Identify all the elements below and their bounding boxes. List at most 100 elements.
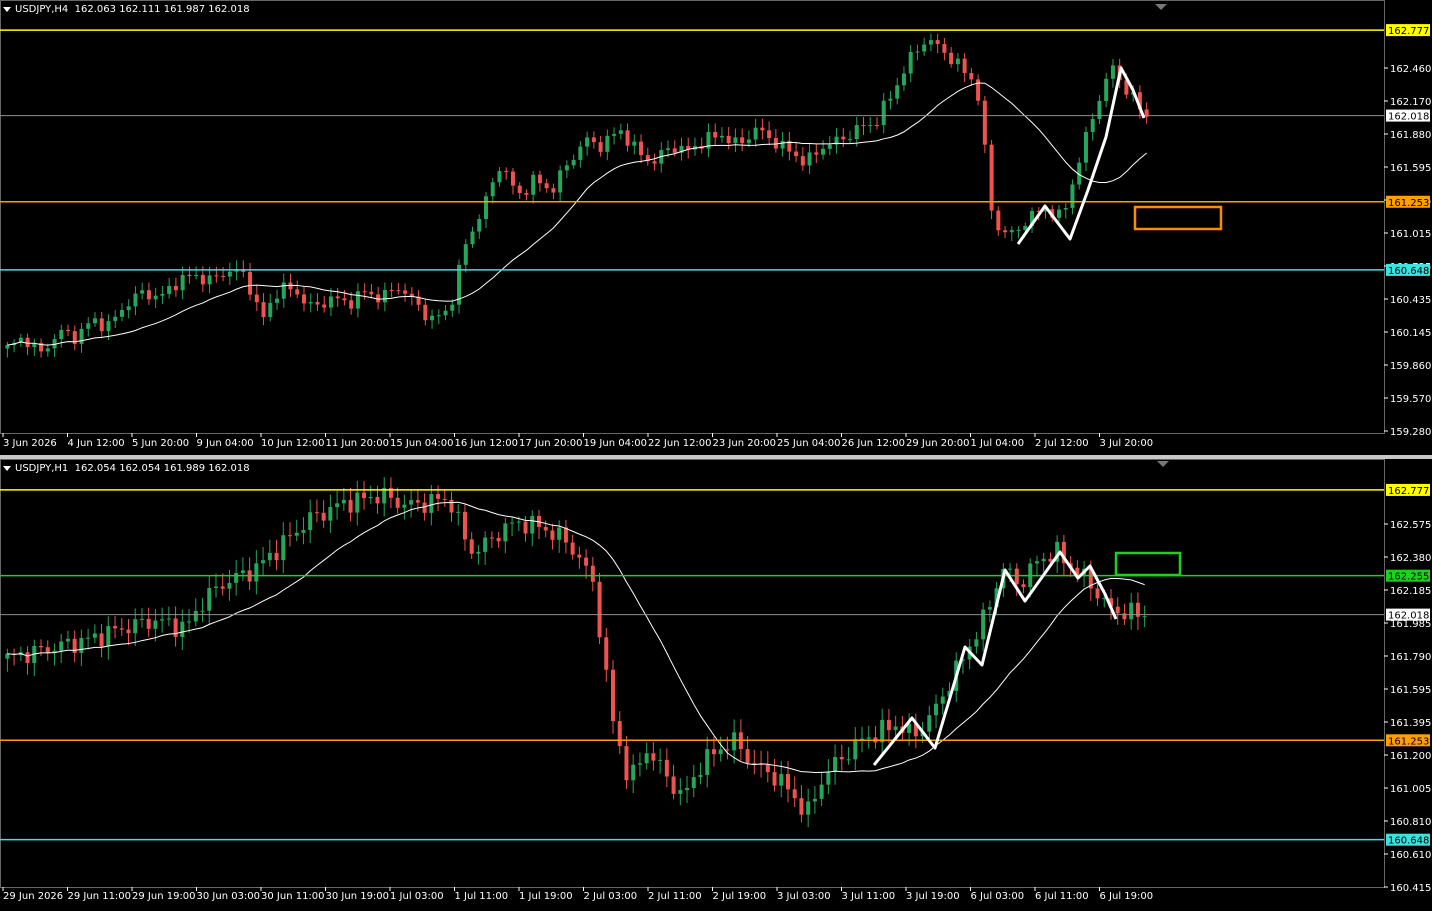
h1-candle-body [934,703,939,716]
chart-shift-marker-icon[interactable] [1155,4,1167,10]
h4-candle-body [45,348,50,352]
h4-candle-body [713,132,718,138]
h1-candle-body [617,721,622,747]
h4-y-tick-label: 162.460 [1390,64,1431,75]
h4-symbol: USDJPY,H4 [15,4,69,15]
h1-candle-body [59,641,64,651]
h1-candle-body [1115,606,1120,614]
h1-x-tick-label: 29 Jun 2026 [3,891,63,902]
h1-candle-body [99,633,104,647]
h1-candle-body [1008,568,1013,570]
h1-candle-body [5,653,10,659]
h1-candle-body [462,511,467,540]
h1-candle-body [725,749,730,751]
h1-candle-body [240,570,245,574]
h4-candle-body [443,310,448,316]
h4-candle-body [895,85,900,99]
h4-candle-body [874,125,879,127]
h4-candle-body [504,171,509,173]
h4-candle-body [672,148,677,153]
h1-level-price-label: 160.648 [1388,836,1429,847]
h1-candle-body [362,492,367,499]
chart-panel-h4[interactable]: 162.460162.170161.880161.595161.305161.0… [0,0,1432,455]
chart-shift-marker-icon[interactable] [1157,461,1169,467]
h4-level-price-label: 161.253 [1388,198,1429,209]
h4-x-tick-label: 9 Jun 04:00 [197,438,254,449]
h1-candle-body [550,530,555,540]
h1-candle-body [718,749,723,755]
h4-candle-body [342,298,347,301]
dropdown-triangle-icon[interactable] [3,6,11,12]
dropdown-triangle-icon[interactable] [3,465,11,471]
h4-candle-body [497,171,502,183]
h4-candle-body [1104,78,1109,101]
h1-candle-body [234,573,239,583]
h1-candle-body [658,759,663,761]
h4-plot-frame [0,0,1385,434]
h4-level-price-label: 162.018 [1388,112,1429,123]
h4-x-tick-label: 29 Jun 20:00 [906,438,970,449]
h4-candle-body [369,291,374,295]
h1-candle-body [785,773,790,790]
h4-candle-body [969,73,974,80]
h4-candle-body [996,210,1001,231]
h4-candle-body [389,289,394,291]
h4-candle-body [301,294,306,304]
h1-candle-body [348,499,353,513]
h1-candle-body [880,719,885,743]
h4-x-tick-label: 25 Jun 04:00 [777,438,841,449]
h4-candle-body [315,301,320,305]
h4-candle-body [1090,118,1095,133]
h1-candle-body [698,774,703,778]
h4-y-tick-label: 159.280 [1390,427,1431,438]
h4-candle-body [423,304,428,321]
h1-candle-body [819,784,824,799]
h1-candle-body [469,539,474,554]
h1-chart-canvas[interactable]: 162.575162.380162.185161.985161.790161.5… [0,459,1432,911]
h4-candle-body [935,40,940,45]
h1-moving-average-line [7,501,1145,773]
h1-candle-body [893,726,898,731]
h1-x-tick-label: 6 Jul 19:00 [1100,891,1154,902]
h4-candle-body [821,148,826,155]
h1-candle-body [624,746,629,781]
h1-candle-body [812,798,817,802]
h4-candle-body [160,293,165,296]
h1-x-tick-label: 3 Jul 19:00 [906,891,960,902]
h1-candle-body [1014,568,1019,585]
h1-candle-body [745,749,750,763]
h1-x-tick-label: 29 Jun 11:00 [68,891,132,902]
h1-candle-body [597,581,602,638]
h1-candle-body [200,610,205,612]
h1-candle-body [92,633,97,638]
h4-x-tick-label: 2 Jul 12:00 [1035,438,1089,449]
h4-candle-body [1016,229,1021,231]
h4-candle-body [848,139,853,141]
h1-y-tick-label: 161.395 [1390,718,1431,729]
h1-candle-body [940,696,945,704]
h4-candle-body [403,290,408,294]
h1-candle-body [133,619,138,634]
h1-candle-body [604,637,609,670]
h1-y-tick-label: 161.005 [1390,784,1431,795]
h4-chart-canvas[interactable]: 162.460162.170161.880161.595161.305161.0… [0,0,1432,455]
chart-panel-h1[interactable]: 162.575 162.380 162.185 161.985 161.790 161.5… [0,459,1432,911]
h4-target-zone-box [1133,205,1223,231]
h4-candle-body [133,293,138,307]
h4-y-tick-label: 160.145 [1390,328,1431,339]
h4-candle-body [814,152,819,155]
h4-candle-body [194,274,199,277]
h1-candle-body [530,516,535,534]
h4-candle-body [248,271,253,295]
h1-candle-body [543,526,548,531]
h4-candle-body [915,51,920,53]
h4-candle-body [328,296,333,308]
h4-candle-body [1083,132,1088,163]
h1-candle-body [866,737,871,739]
h4-candle-body [140,290,145,294]
h4-candle-body [955,58,960,65]
h1-candle-body [119,628,124,630]
h4-candle-body [430,315,435,321]
h1-candle-body [516,521,521,523]
h4-candle-body [268,302,273,318]
